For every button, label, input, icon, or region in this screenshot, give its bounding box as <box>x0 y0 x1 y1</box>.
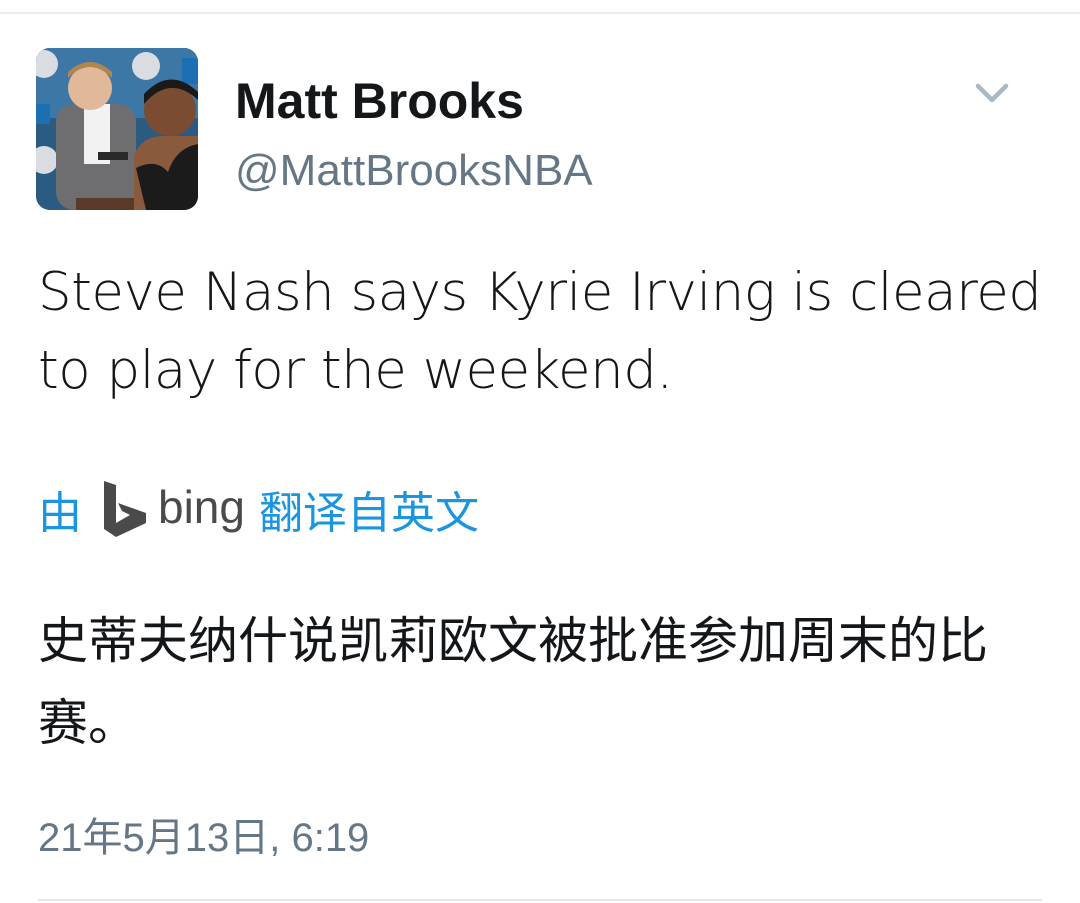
tweet-menu-button[interactable] <box>972 76 1012 112</box>
chevron-down-icon <box>975 83 1009 103</box>
author-avatar[interactable] <box>36 48 198 210</box>
bing-wordmark: bing <box>158 481 245 533</box>
bottom-divider <box>38 899 1042 901</box>
translation-attribution[interactable]: 由 bing 翻译自英文 <box>38 474 479 544</box>
tweet-timestamp[interactable]: 21年5月13日, 6:19 <box>38 812 369 864</box>
bing-b-icon <box>104 481 146 537</box>
translated-tweet-text: 史蒂夫纳什说凯莉欧文被批准参加周末的比赛。 <box>38 612 988 752</box>
translated-from-english-link[interactable]: 翻译自英文 <box>259 477 479 541</box>
author-handle[interactable]: @MattBrooksNBA <box>235 143 593 199</box>
top-divider <box>0 0 1080 14</box>
author-display-name[interactable]: Matt Brooks <box>235 70 524 132</box>
avatar-photo-icon <box>36 48 198 210</box>
tweet-text: Steve Nash says Kyrie Irving is cleared … <box>38 262 1042 401</box>
bing-logo: bing <box>100 479 245 539</box>
translation-prefix: 由 <box>38 488 82 539</box>
